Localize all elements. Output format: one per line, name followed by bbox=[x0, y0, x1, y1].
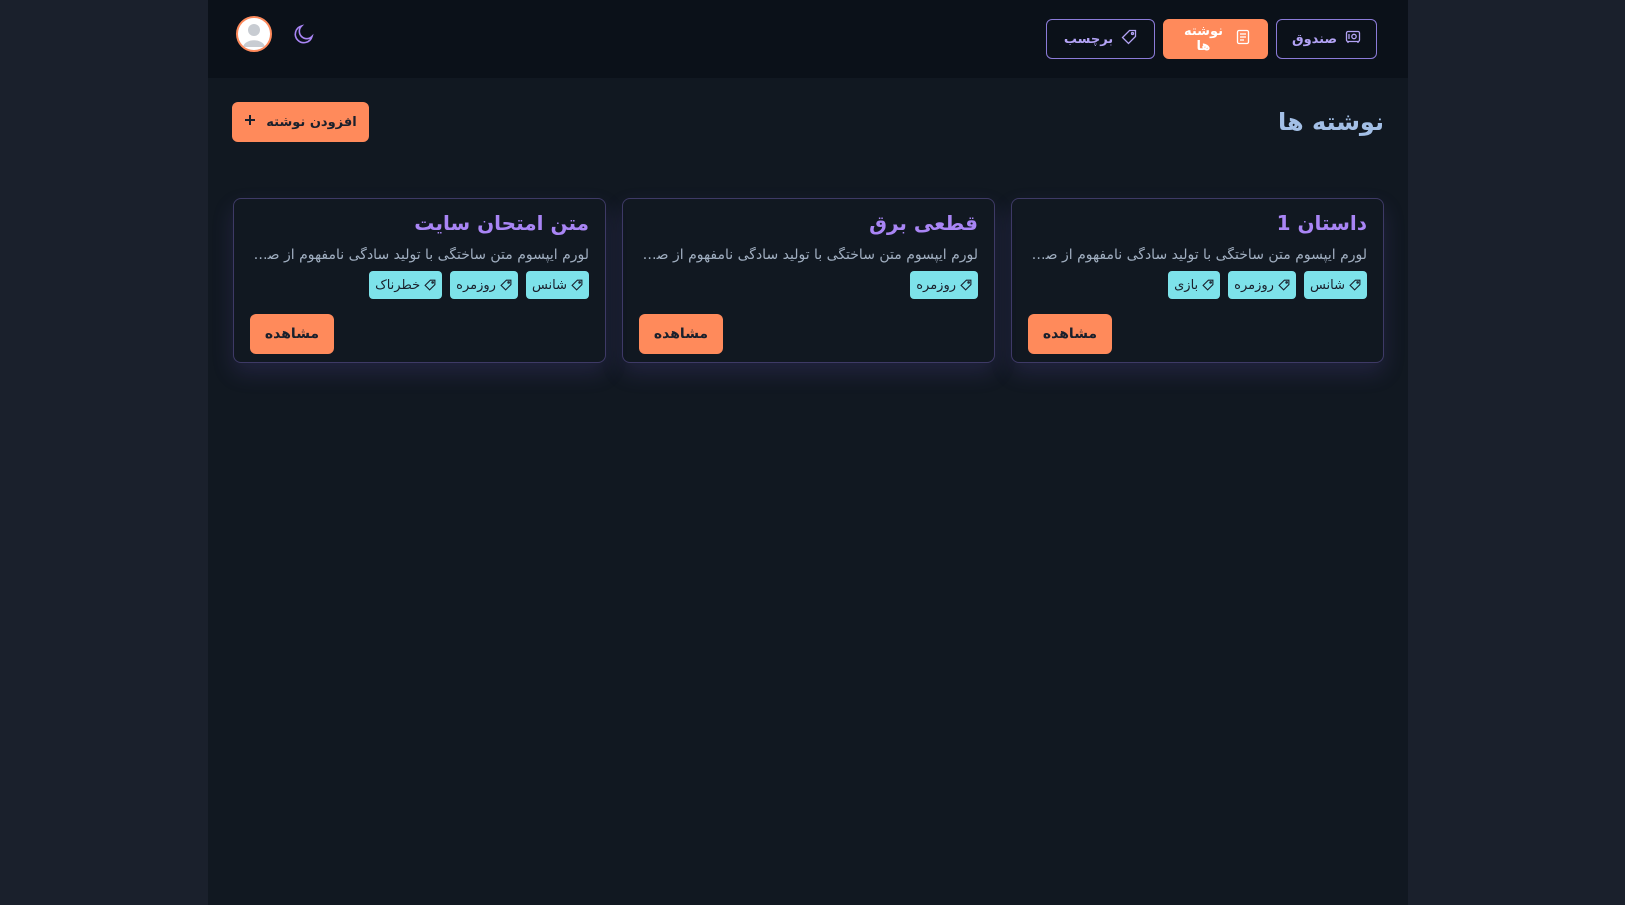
nav-posts-button[interactable]: نوشته ها bbox=[1163, 19, 1268, 59]
tag-icon bbox=[1278, 279, 1290, 291]
view-post-button[interactable]: مشاهده bbox=[250, 314, 334, 354]
user-tools bbox=[236, 16, 318, 52]
page-title: نوشته ها bbox=[1277, 108, 1384, 136]
tag-chip[interactable]: روزمره bbox=[910, 271, 978, 299]
nav-posts-label: نوشته ها bbox=[1183, 24, 1223, 54]
tag-chip[interactable]: شانس bbox=[525, 271, 589, 299]
view-post-button[interactable]: مشاهده bbox=[639, 314, 723, 354]
add-post-label: افزودن نوشته bbox=[266, 114, 357, 130]
main-nav: صندوق نوشته ها برچسب bbox=[1046, 19, 1377, 59]
page-container: صندوق نوشته ها برچسب نوشته ها افزودن نوش… bbox=[208, 0, 1408, 905]
nav-safe-label: صندوق bbox=[1291, 31, 1338, 47]
tag-icon bbox=[571, 279, 583, 291]
post-title: متن امتحان سایت bbox=[414, 211, 589, 235]
nav-tags-label: برچسب bbox=[1063, 31, 1114, 47]
tag-icon bbox=[1121, 29, 1137, 49]
tag-label: شانس bbox=[531, 277, 567, 293]
post-excerpt: لورم ایپسوم متن ساختگی با تولید سادگی نا… bbox=[1028, 247, 1367, 263]
dark-mode-toggle[interactable] bbox=[290, 20, 318, 48]
post-title: داستان 1 bbox=[1276, 211, 1367, 235]
page-header: نوشته ها افزودن نوشته bbox=[232, 102, 1384, 142]
tag-chip[interactable]: روزمره bbox=[1228, 271, 1296, 299]
view-post-button[interactable]: مشاهده bbox=[1028, 314, 1112, 354]
tag-icon bbox=[424, 279, 436, 291]
tag-label: بازی bbox=[1174, 277, 1199, 293]
tag-icon bbox=[500, 279, 512, 291]
tag-chip[interactable]: بازی bbox=[1168, 271, 1221, 299]
tag-label: خطرناک bbox=[375, 277, 421, 293]
post-tags: روزمره bbox=[639, 271, 978, 299]
user-avatar-icon bbox=[238, 18, 270, 50]
post-card: داستان 1 لورم ایپسوم متن ساختگی با تولید… bbox=[1011, 198, 1384, 363]
tag-chip[interactable]: خطرناک bbox=[369, 271, 443, 299]
tag-label: روزمره bbox=[916, 277, 956, 293]
plus-icon bbox=[244, 114, 256, 130]
post-excerpt: لورم ایپسوم متن ساختگی با تولید سادگی نا… bbox=[639, 247, 978, 263]
post-card: قطعی برق لورم ایپسوم متن ساختگی با تولید… bbox=[622, 198, 995, 363]
moon-icon bbox=[294, 24, 314, 44]
tag-icon bbox=[1349, 279, 1361, 291]
post-title: قطعی برق bbox=[869, 211, 978, 235]
tag-label: شانس bbox=[1309, 277, 1345, 293]
tag-label: روزمره bbox=[1234, 277, 1274, 293]
posts-grid: داستان 1 لورم ایپسوم متن ساختگی با تولید… bbox=[232, 198, 1384, 363]
tag-icon bbox=[1202, 279, 1214, 291]
avatar[interactable] bbox=[236, 16, 272, 52]
tag-icon bbox=[960, 279, 972, 291]
post-tags: شانس روزمره خطرناک bbox=[250, 271, 589, 299]
tag-chip[interactable]: شانس bbox=[1303, 271, 1367, 299]
document-icon bbox=[1235, 29, 1251, 49]
add-post-button[interactable]: افزودن نوشته bbox=[232, 102, 369, 142]
tag-chip[interactable]: روزمره bbox=[450, 271, 518, 299]
post-excerpt: لورم ایپسوم متن ساختگی با تولید سادگی نا… bbox=[250, 247, 589, 263]
top-navbar: صندوق نوشته ها برچسب bbox=[208, 0, 1408, 78]
tag-label: روزمره bbox=[456, 277, 496, 293]
nav-safe-button[interactable]: صندوق bbox=[1276, 19, 1377, 59]
post-card: متن امتحان سایت لورم ایپسوم متن ساختگی ب… bbox=[233, 198, 606, 363]
nav-tags-button[interactable]: برچسب bbox=[1046, 19, 1155, 59]
post-tags: شانس روزمره بازی bbox=[1028, 271, 1367, 299]
safe-icon bbox=[1345, 29, 1361, 49]
